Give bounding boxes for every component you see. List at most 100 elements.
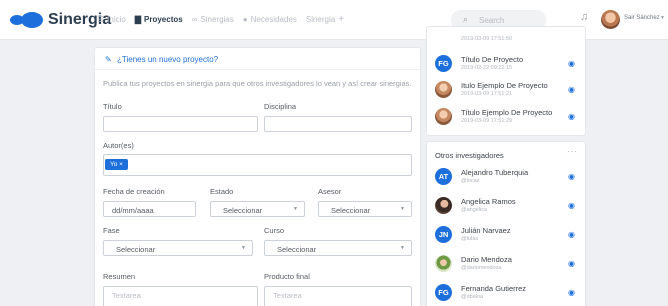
caret-down-icon: ▼: [400, 206, 405, 212]
project-title: Itulo Ejemplo De Proyecto: [461, 81, 548, 90]
info-icon: ●: [242, 15, 248, 24]
resumen-textarea[interactable]: Textarea: [103, 286, 258, 306]
project-row[interactable]: Itulo Ejemplo De Proyecto 2019-03-09 17:…: [427, 78, 585, 104]
avatar: FG: [435, 284, 452, 301]
author-tag[interactable]: Yo ×: [105, 159, 128, 170]
eye-icon[interactable]: ◉: [568, 230, 575, 239]
project-row[interactable]: Título Ejemplo De Proyecto 2019-03-09 17…: [427, 105, 585, 131]
fecha-input[interactable]: dd/mm/aaaa: [103, 201, 196, 217]
curso-value: Seleccionar: [277, 245, 317, 254]
search-placeholder: Search: [479, 16, 505, 25]
nav-label: Sinergias: [200, 15, 234, 24]
fase-label: Fase: [103, 226, 120, 235]
folder-icon: ▇: [134, 15, 142, 24]
user-name[interactable]: Sair Sánchez: [624, 15, 660, 21]
fecha-label: Fecha de creación: [103, 187, 165, 196]
researcher-handle: @locaz: [461, 178, 480, 184]
project-date: 2019-03-09 17:51:21: [461, 91, 513, 97]
fase-select[interactable]: Seleccionar ▼: [103, 240, 253, 256]
new-project-card: ✎ ¿Tienes un nuevo proyecto? Publica tus…: [95, 48, 420, 306]
eye-icon[interactable]: ◉: [568, 288, 575, 297]
avatar: FG: [435, 55, 452, 72]
nav-label: Sinergia: [305, 15, 336, 24]
asesor-select[interactable]: Seleccionar ▼: [318, 201, 412, 217]
titulo-label: Título: [103, 102, 122, 111]
pencil-icon: ✎: [105, 55, 112, 64]
search-icon: ⌕: [463, 14, 469, 24]
nav-label: Proyectos: [144, 15, 183, 24]
researchers-title: Otros investigadores: [435, 151, 504, 160]
project-row[interactable]: FG Título De Proyecto 2019-02-22 09:22:1…: [427, 52, 585, 78]
chevron-down-icon[interactable]: ▼: [660, 15, 665, 21]
researcher-row[interactable]: AT Alejandro Tuberquia @locaz ◉: [427, 165, 585, 191]
card-intro-text: Publica tus proyectos en sinergia para q…: [103, 79, 412, 88]
researchers-card: Otros investigadores ··· AT Alejandro Tu…: [427, 142, 585, 306]
curso-label: Curso: [264, 226, 285, 235]
researcher-row[interactable]: FG Fernanda Gutierrez @dbaloa ◉: [427, 281, 585, 306]
researcher-name: Alejandro Tuberquia: [461, 168, 529, 177]
caret-down-icon: ▼: [400, 245, 405, 251]
researcher-row[interactable]: Angelica Ramos @angelica ◉: [427, 194, 585, 220]
researcher-row[interactable]: Dario Mendoza @dariomendoza ◉: [427, 252, 585, 278]
main-nav: ☰ Inicio ▇ Proyectos ∞ Sinergias ● Neces…: [97, 14, 353, 25]
card-header: ✎ ¿Tienes un nuevo proyecto?: [95, 48, 420, 70]
estado-label: Estado: [210, 187, 234, 196]
researcher-name: Angelica Ramos: [461, 197, 516, 206]
producto-textarea[interactable]: Textarea: [264, 286, 412, 306]
bell-icon[interactable]: ♫: [580, 11, 588, 23]
brand-logo[interactable]: Sinergia: [10, 10, 111, 30]
more-icon[interactable]: ···: [567, 147, 578, 156]
project-date: 2019-02-22 09:22:15: [461, 65, 513, 71]
fecha-placeholder: dd/mm/aaaa: [112, 206, 154, 215]
logo-mark-icon: [10, 11, 44, 29]
project-date: 2019-03-09 17:51:50: [461, 36, 513, 42]
disciplina-input[interactable]: [264, 116, 412, 132]
eye-icon[interactable]: ◉: [568, 259, 575, 268]
producto-label: Producto final: [264, 272, 310, 281]
eye-icon[interactable]: ◉: [568, 172, 575, 181]
fase-value: Seleccionar: [116, 245, 156, 254]
avatar: AT: [435, 168, 452, 185]
avatar: [435, 108, 452, 125]
eye-icon[interactable]: ◉: [568, 85, 575, 94]
researcher-handle: @dbaloa: [461, 294, 484, 300]
researcher-row[interactable]: JN Julián Narvaez @fulas ◉: [427, 223, 585, 249]
autores-input[interactable]: [103, 154, 412, 176]
estado-select[interactable]: Seleccionar ▼: [210, 201, 305, 217]
eye-icon[interactable]: ◉: [568, 201, 575, 210]
avatar: [435, 81, 452, 98]
researcher-handle: @angelica: [461, 207, 488, 213]
avatar: [435, 197, 452, 214]
nav-item-new-sinergia[interactable]: Sinergia +: [306, 14, 344, 25]
estado-value: Seleccionar: [223, 206, 263, 215]
eye-icon[interactable]: ◉: [568, 112, 575, 121]
resumen-label: Resumen: [103, 272, 136, 281]
asesor-value: Seleccionar: [331, 206, 371, 215]
link-icon: ∞: [191, 15, 198, 24]
nav-item-sinergias[interactable]: ∞ Sinergias: [192, 15, 234, 24]
list-icon: ☰: [97, 15, 105, 24]
project-date: 2019-03-09 17:51:29: [461, 118, 513, 124]
caret-down-icon: ▼: [293, 206, 298, 212]
card-title[interactable]: ¿Tienes un nuevo proyecto?: [117, 55, 218, 64]
researcher-name: Fernanda Gutierrez: [461, 284, 527, 293]
nav-item-proyectos[interactable]: ▇ Proyectos: [135, 15, 183, 24]
avatar: JN: [435, 226, 452, 243]
nav-item-inicio[interactable]: ☰ Inicio: [97, 15, 126, 24]
researcher-handle: @dariomendoza: [461, 265, 502, 271]
nav-label: Necesidades: [250, 15, 297, 24]
project-title: Título Ejemplo De Proyecto: [461, 108, 553, 117]
titulo-input[interactable]: [103, 116, 258, 132]
researcher-name: Dario Mendoza: [461, 255, 512, 264]
researcher-name: Julián Narvaez: [461, 226, 511, 235]
autores-label: Autor(es): [103, 141, 134, 150]
curso-select[interactable]: Seleccionar ▼: [264, 240, 412, 256]
user-avatar[interactable]: [601, 10, 620, 29]
nav-item-necesidades[interactable]: ● Necesidades: [243, 15, 297, 24]
asesor-label: Asesor: [318, 187, 342, 196]
nav-label: Inicio: [107, 15, 126, 24]
avatar: [435, 255, 452, 272]
eye-icon[interactable]: ◉: [568, 59, 575, 68]
disciplina-label: Disciplina: [264, 102, 297, 111]
caret-down-icon: ▼: [241, 245, 246, 251]
